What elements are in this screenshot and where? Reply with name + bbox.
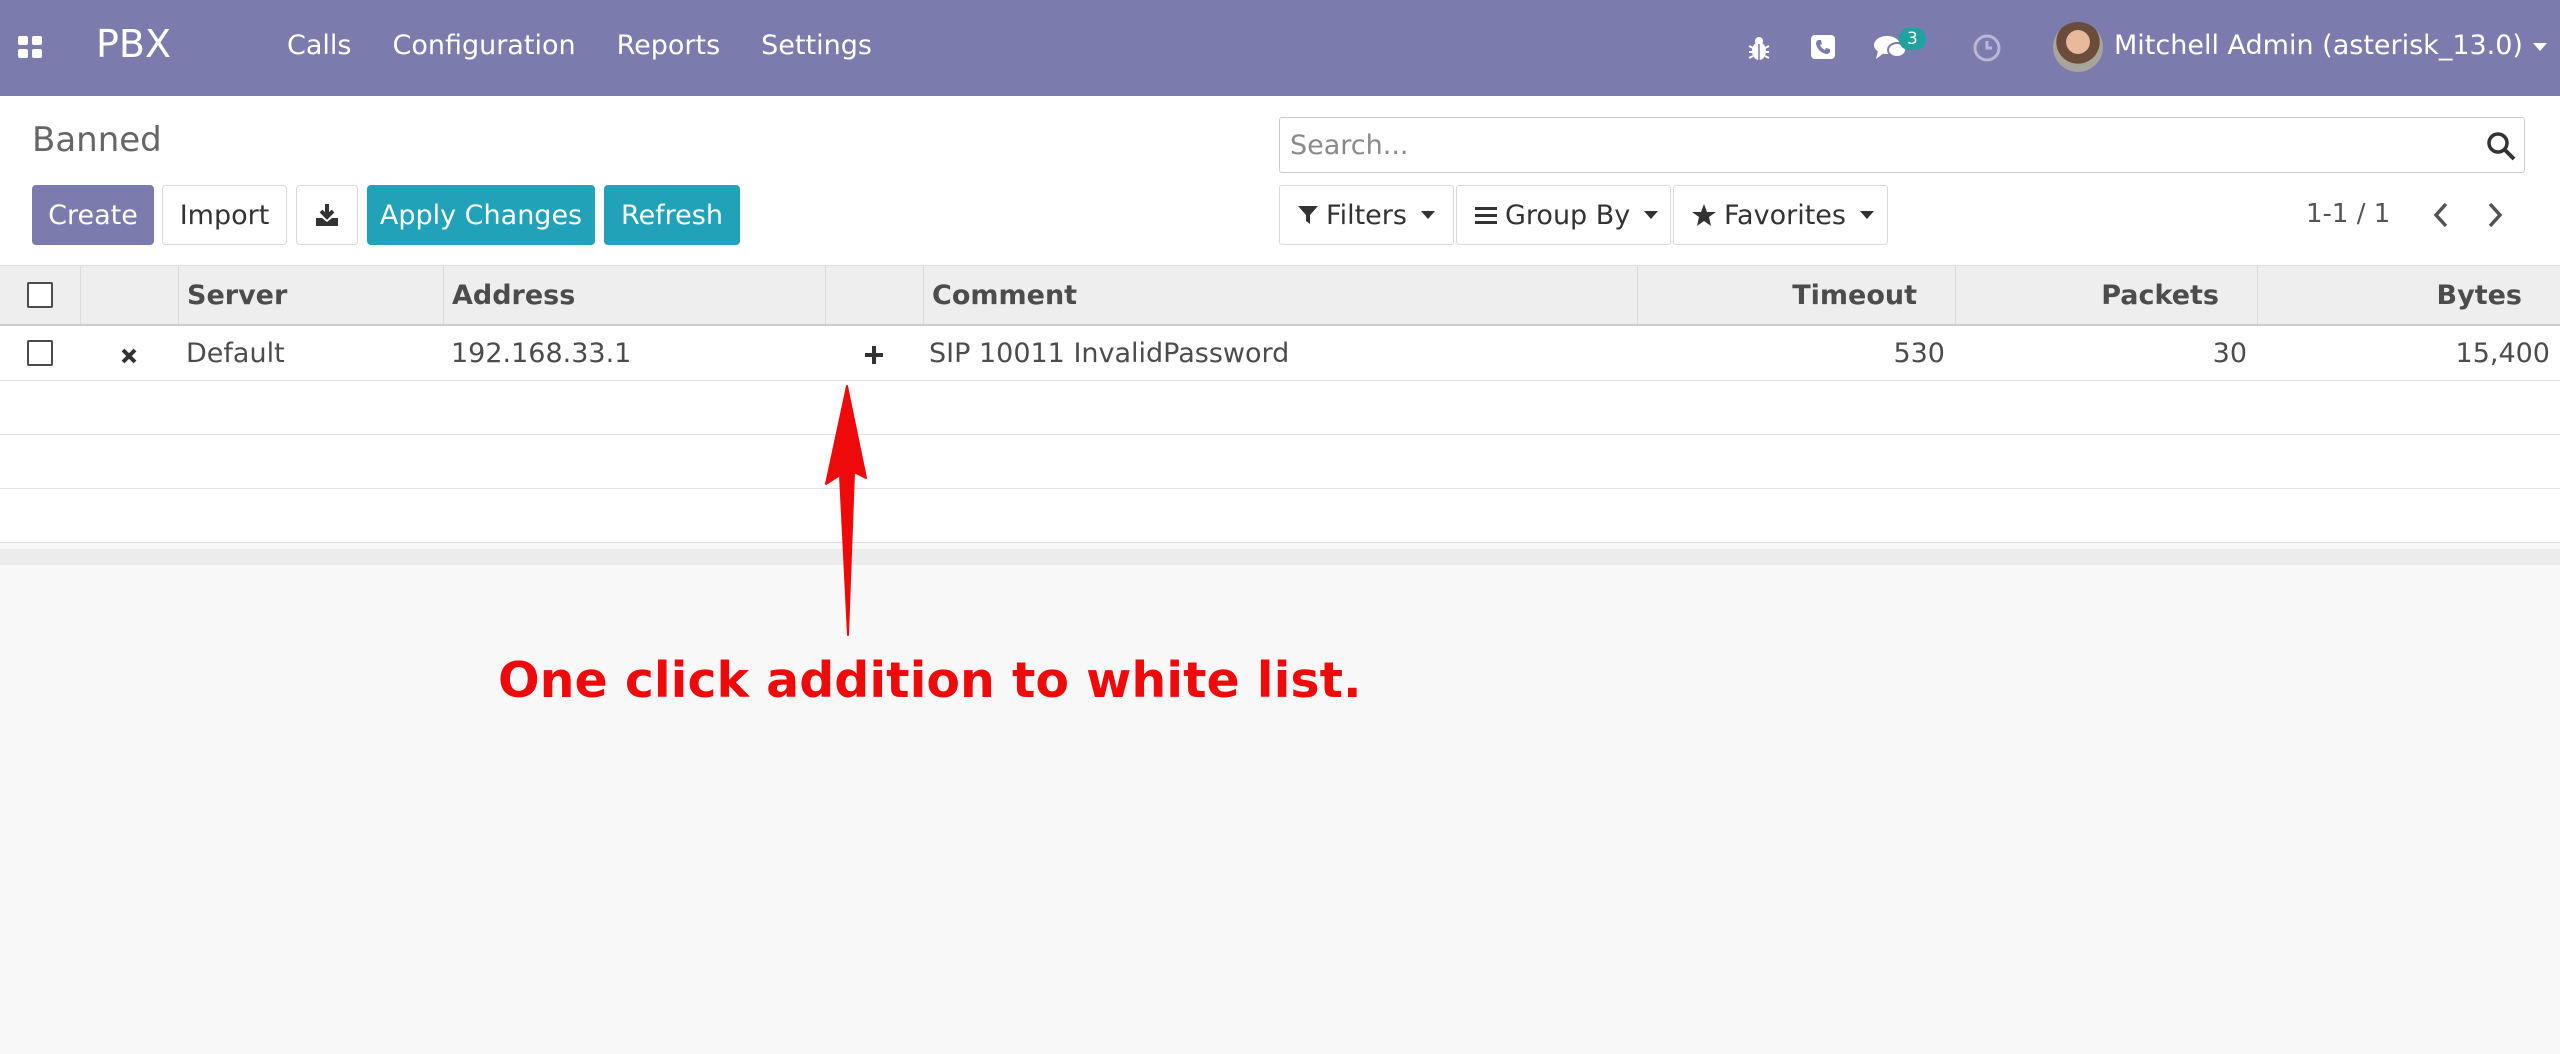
column-header-packets[interactable]: Packets [1955, 266, 2257, 324]
menu-item-reports[interactable]: Reports [617, 30, 721, 61]
cell-address: 192.168.33.1 [451, 337, 632, 369]
phone-icon[interactable] [1811, 35, 1835, 59]
cell-comment: SIP 10011 InvalidPassword [929, 337, 1290, 369]
empty-row [0, 435, 2560, 489]
cell-packets: 30 [2212, 337, 2247, 369]
annotation-arrow [825, 385, 867, 636]
clock-icon[interactable] [1973, 34, 2001, 62]
apps-icon[interactable] [18, 36, 44, 58]
pager-value[interactable]: 1-1 / 1 [2306, 199, 2390, 229]
list-icon [1475, 207, 1497, 224]
chevron-right-icon[interactable] [2483, 200, 2507, 230]
table-row[interactable]: Default 192.168.33.1 SIP 10011 InvalidPa… [0, 326, 2560, 381]
cell-bytes: 15,400 [2455, 337, 2550, 369]
column-header-bytes[interactable]: Bytes [2257, 266, 2560, 324]
empty-row [0, 381, 2560, 435]
menu-item-settings[interactable]: Settings [761, 30, 872, 61]
whitelist-cell [825, 326, 923, 380]
delete-icon[interactable] [120, 347, 138, 365]
group-by-label: Group By [1505, 199, 1631, 231]
chevron-left-icon[interactable] [2429, 200, 2453, 230]
chevron-down-icon [1859, 211, 1874, 219]
search-icon[interactable] [2486, 131, 2516, 161]
bug-icon[interactable] [1746, 34, 1772, 62]
search-input[interactable] [1280, 118, 2460, 172]
refresh-button[interactable]: Refresh [604, 185, 740, 245]
top-navbar: PBX Calls Configuration Reports Settings… [0, 0, 2560, 96]
group-by-dropdown[interactable]: Group By [1456, 185, 1671, 245]
messages-count-badge: 3 [1899, 28, 1926, 50]
cell-server: Default [186, 337, 285, 369]
column-header-server[interactable]: Server [178, 266, 443, 324]
row-checkbox[interactable] [27, 340, 53, 366]
user-name: Mitchell Admin (asterisk_13.0) [2114, 30, 2523, 61]
import-button[interactable]: Import [162, 185, 287, 245]
table-header: Server Address Comment Timeout Packets B… [0, 266, 2560, 326]
user-menu[interactable]: Mitchell Admin (asterisk_13.0) [2114, 30, 2547, 61]
menu-item-configuration[interactable]: Configuration [392, 30, 575, 61]
chevron-down-icon [1644, 211, 1659, 219]
plus-icon[interactable] [864, 345, 884, 365]
favorites-label: Favorites [1724, 199, 1846, 231]
download-icon [316, 204, 338, 226]
chevron-down-icon [1420, 211, 1435, 219]
create-button[interactable]: Create [32, 185, 154, 245]
main-menu: Calls Configuration Reports Settings [287, 30, 913, 61]
favorites-dropdown[interactable]: Favorites [1673, 185, 1888, 245]
download-button[interactable] [296, 185, 358, 245]
annotation-text: One click addition to white list. [497, 651, 1362, 710]
delete-cell [80, 326, 178, 380]
select-all-cell [0, 266, 80, 324]
row-select-cell [0, 326, 80, 380]
banned-table: Server Address Comment Timeout Packets B… [0, 266, 2560, 543]
filters-label: Filters [1326, 199, 1407, 231]
filter-icon [1298, 206, 1318, 224]
column-header-timeout[interactable]: Timeout [1637, 266, 1955, 324]
search-box [1279, 117, 2525, 173]
empty-row [0, 489, 2560, 543]
table-footer [0, 549, 2560, 565]
cell-timeout: 530 [1893, 337, 1945, 369]
star-icon [1692, 204, 1716, 226]
filters-dropdown[interactable]: Filters [1279, 185, 1454, 245]
header-blank-cell [80, 266, 178, 324]
menu-item-calls[interactable]: Calls [287, 30, 351, 61]
column-header-comment[interactable]: Comment [923, 266, 1637, 324]
header-action-cell [825, 266, 923, 324]
user-avatar[interactable] [2053, 22, 2103, 72]
app-brand[interactable]: PBX [96, 22, 171, 66]
column-header-address[interactable]: Address [443, 266, 825, 324]
page-title: Banned [32, 120, 162, 160]
chevron-down-icon [2532, 42, 2547, 51]
select-all-checkbox[interactable] [27, 282, 53, 308]
apply-changes-button[interactable]: Apply Changes [367, 185, 595, 245]
